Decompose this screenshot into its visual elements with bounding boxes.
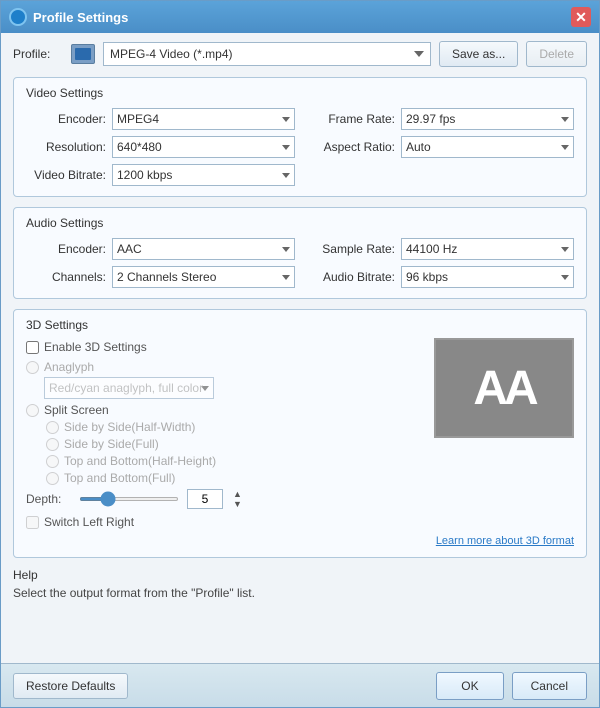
audio-encoder-row: Encoder: AAC — [26, 238, 295, 260]
3d-settings-inner: Enable 3D Settings Anaglyph Red/cyan ana… — [26, 340, 574, 529]
restore-defaults-button[interactable]: Restore Defaults — [13, 673, 128, 699]
anaglyph-radio[interactable] — [26, 361, 39, 374]
sub-option-radio-2[interactable] — [46, 455, 59, 468]
sub-option-row-2: Top and Bottom(Half-Height) — [46, 454, 416, 468]
profile-label: Profile: — [13, 47, 63, 61]
channels-row: Channels: 2 Channels Stereo — [26, 266, 295, 288]
3d-settings-title: 3D Settings — [26, 318, 574, 332]
audio-settings-title: Audio Settings — [26, 216, 574, 230]
content-area: Profile: MPEG-4 Video (*.mp4) Save as...… — [1, 33, 599, 663]
depth-label: Depth: — [26, 492, 71, 506]
video-settings-section: Video Settings Encoder: MPEG4 Frame Rate… — [13, 77, 587, 197]
profile-icon — [71, 44, 95, 64]
enable-3d-label: Enable 3D Settings — [44, 340, 147, 354]
audio-encoder-label: Encoder: — [26, 242, 106, 256]
resolution-label: Resolution: — [26, 140, 106, 154]
resolution-row: Resolution: 640*480 — [26, 136, 295, 158]
switch-left-right-row: Switch Left Right — [26, 515, 416, 529]
help-text: Select the output format from the "Profi… — [13, 586, 587, 600]
cancel-button[interactable]: Cancel — [512, 672, 587, 700]
sample-rate-select[interactable]: 44100 Hz — [401, 238, 574, 260]
window-icon — [9, 8, 27, 26]
profile-row: Profile: MPEG-4 Video (*.mp4) Save as...… — [13, 41, 587, 67]
3d-settings-section: 3D Settings Enable 3D Settings Anaglyph … — [13, 309, 587, 558]
preview-aa-text: AA — [473, 361, 534, 416]
audio-bitrate-row: Audio Bitrate: 96 kbps — [305, 266, 574, 288]
sub-option-row-1: Side by Side(Full) — [46, 437, 416, 451]
anaglyph-row: Anaglyph — [26, 360, 416, 374]
switch-left-right-checkbox[interactable] — [26, 516, 39, 529]
sub-option-radio-1[interactable] — [46, 438, 59, 451]
resolution-select[interactable]: 640*480 — [112, 136, 295, 158]
depth-slider[interactable] — [79, 497, 179, 501]
audio-bitrate-select[interactable]: 96 kbps — [401, 266, 574, 288]
sample-rate-row: Sample Rate: 44100 Hz — [305, 238, 574, 260]
3d-settings-left: Enable 3D Settings Anaglyph Red/cyan ana… — [26, 340, 416, 529]
help-section: Help Select the output format from the "… — [13, 568, 587, 600]
close-button[interactable]: ✕ — [571, 7, 591, 27]
footer-left: Restore Defaults — [13, 673, 436, 699]
sub-option-row-3: Top and Bottom(Full) — [46, 471, 416, 485]
frame-rate-row: Frame Rate: 29.97 fps — [305, 108, 574, 130]
sub-option-label-3: Top and Bottom(Full) — [64, 471, 175, 485]
sample-rate-label: Sample Rate: — [305, 242, 395, 256]
delete-button[interactable]: Delete — [526, 41, 587, 67]
aspect-ratio-select[interactable]: Auto — [401, 136, 574, 158]
split-screen-label: Split Screen — [44, 403, 109, 417]
sub-option-row-0: Side by Side(Half-Width) — [46, 420, 416, 434]
encoder-label: Encoder: — [26, 112, 106, 126]
help-title: Help — [13, 568, 587, 582]
depth-row: Depth: 5 ▲ ▼ — [26, 489, 416, 509]
learn-more-link[interactable]: Learn more about 3D format — [26, 535, 574, 547]
footer-buttons: OK Cancel — [436, 672, 587, 700]
anaglyph-select[interactable]: Red/cyan anaglyph, full color — [44, 377, 214, 399]
video-settings-title: Video Settings — [26, 86, 574, 100]
encoder-select[interactable]: MPEG4 — [112, 108, 295, 130]
sub-option-label-2: Top and Bottom(Half-Height) — [64, 454, 216, 468]
encoder-row: Encoder: MPEG4 — [26, 108, 295, 130]
anaglyph-label: Anaglyph — [44, 360, 94, 374]
sub-option-label-0: Side by Side(Half-Width) — [64, 420, 195, 434]
channels-select[interactable]: 2 Channels Stereo — [112, 266, 295, 288]
3d-preview-box: AA — [434, 338, 574, 438]
aspect-ratio-row: Aspect Ratio: Auto — [305, 136, 574, 158]
save-as-button[interactable]: Save as... — [439, 41, 518, 67]
video-bitrate-label: Video Bitrate: — [26, 168, 106, 182]
enable-3d-row: Enable 3D Settings — [26, 340, 416, 354]
audio-settings-section: Audio Settings Encoder: AAC Sample Rate:… — [13, 207, 587, 299]
split-sub-options: Side by Side(Half-Width) Side by Side(Fu… — [46, 420, 416, 485]
split-screen-row: Split Screen — [26, 403, 416, 417]
frame-rate-label: Frame Rate: — [305, 112, 395, 126]
audio-bitrate-label: Audio Bitrate: — [305, 270, 395, 284]
title-bar: Profile Settings ✕ — [1, 1, 599, 33]
depth-down-icon[interactable]: ▼ — [233, 499, 242, 509]
sub-option-radio-3[interactable] — [46, 472, 59, 485]
audio-encoder-select[interactable]: AAC — [112, 238, 295, 260]
frame-rate-select[interactable]: 29.97 fps — [401, 108, 574, 130]
aspect-ratio-label: Aspect Ratio: — [305, 140, 395, 154]
profile-settings-window: Profile Settings ✕ Profile: MPEG-4 Video… — [0, 0, 600, 708]
enable-3d-checkbox[interactable] — [26, 341, 39, 354]
footer: Restore Defaults OK Cancel — [1, 663, 599, 707]
split-screen-radio[interactable] — [26, 404, 39, 417]
audio-settings-grid: Encoder: AAC Sample Rate: 44100 Hz Chann… — [26, 238, 574, 288]
profile-icon-inner — [75, 48, 91, 60]
sub-option-radio-0[interactable] — [46, 421, 59, 434]
depth-value: 5 — [187, 489, 223, 509]
sub-option-label-1: Side by Side(Full) — [64, 437, 159, 451]
channels-label: Channels: — [26, 270, 106, 284]
video-bitrate-select[interactable]: 1200 kbps — [112, 164, 295, 186]
video-settings-grid: Encoder: MPEG4 Frame Rate: 29.97 fps Res… — [26, 108, 574, 186]
video-bitrate-row: Video Bitrate: 1200 kbps — [26, 164, 295, 186]
window-title: Profile Settings — [33, 10, 571, 25]
profile-select[interactable]: MPEG-4 Video (*.mp4) — [103, 42, 431, 66]
ok-button[interactable]: OK — [436, 672, 503, 700]
switch-left-right-label: Switch Left Right — [44, 515, 134, 529]
depth-up-icon[interactable]: ▲ — [233, 489, 242, 499]
